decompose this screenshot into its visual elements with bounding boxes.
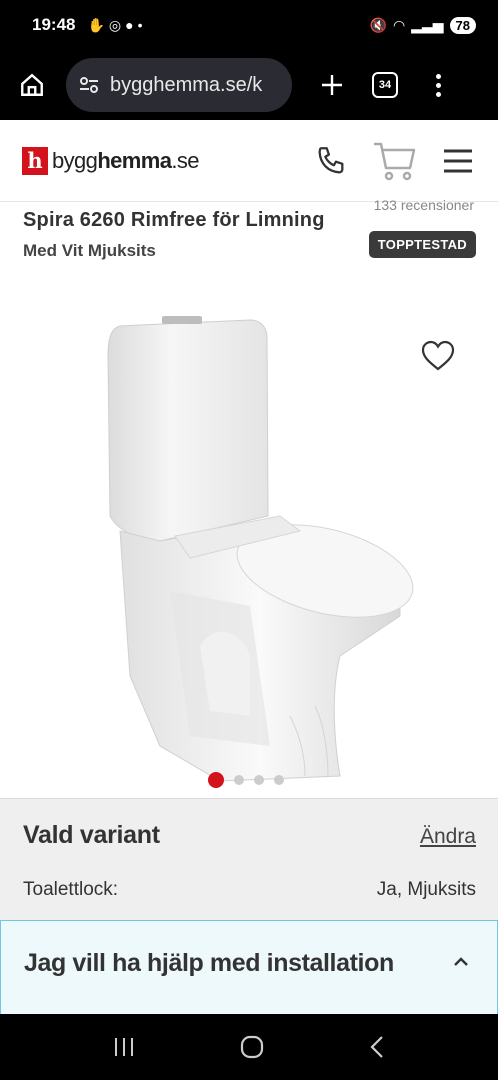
- browser-toolbar: bygghemma.se/k 34: [0, 50, 498, 120]
- top-tested-badge: TOPPTESTAD: [368, 231, 476, 258]
- gallery-dot[interactable]: [234, 775, 244, 785]
- variant-attribute-value: Ja, Mjuksits: [376, 879, 476, 900]
- battery-indicator: 78: [449, 16, 476, 34]
- selected-variant-panel: Vald variant Ändra Toalettlock: Ja, Mjuk…: [0, 798, 498, 920]
- hamburger-menu-icon[interactable]: [442, 148, 474, 174]
- status-bar: 19:48 ✋ ◎ ● • 🔇 ◠ ▂▃▅ 78: [0, 0, 498, 50]
- plus-icon: [322, 75, 342, 95]
- logo-bold: hemma: [97, 147, 172, 173]
- change-variant-link[interactable]: Ändra: [420, 825, 476, 849]
- back-icon[interactable]: [368, 1035, 386, 1059]
- product-image: [107, 316, 414, 782]
- product-subtitle: Med Vit Mjuksits: [23, 241, 156, 260]
- review-count[interactable]: 133 recensioner: [374, 197, 474, 213]
- logo-suffix: .se: [171, 147, 199, 173]
- variant-heading: Vald variant: [23, 821, 160, 849]
- installation-help-accordion[interactable]: Jag vill ha hjälp med installation: [0, 920, 498, 1018]
- product-title: Spira 6260 Rimfree för Limning: [23, 209, 325, 231]
- messenger-icon: ●: [125, 17, 134, 33]
- site-settings-icon[interactable]: [78, 75, 100, 95]
- address-bar[interactable]: bygghemma.se/k: [66, 58, 292, 112]
- signal-icon: ▂▃▅: [411, 16, 444, 33]
- browser-menu-button[interactable]: [436, 73, 441, 97]
- system-navigation-bar: [0, 1014, 498, 1080]
- status-time: 19:48: [32, 15, 76, 34]
- chevron-up-icon[interactable]: [453, 957, 469, 967]
- home-icon: [21, 73, 43, 96]
- variant-attribute-label: Toalettlock:: [23, 879, 119, 900]
- wifi-icon: ◠: [393, 16, 406, 33]
- gallery-dot[interactable]: [254, 775, 264, 785]
- product-image-gallery[interactable]: [0, 280, 498, 798]
- gallery-dot[interactable]: [274, 775, 284, 785]
- home-nav-icon[interactable]: [239, 1034, 265, 1060]
- installation-help-title: Jag vill ha hjälp med installation: [24, 949, 394, 977]
- site-logo[interactable]: h bygghemma.se: [22, 146, 200, 175]
- dot-icon: •: [137, 17, 143, 33]
- new-tab-button[interactable]: [312, 65, 352, 105]
- mute-icon: 🔇: [369, 16, 387, 33]
- tab-switcher-button[interactable]: 34: [372, 72, 398, 98]
- site-header: h bygghemma.se: [0, 120, 498, 202]
- cart-icon[interactable]: [372, 140, 418, 182]
- favorite-heart-icon[interactable]: [420, 340, 456, 372]
- gallery-pagination: [208, 772, 284, 788]
- instagram-icon: ◎: [108, 16, 122, 33]
- phone-icon[interactable]: [314, 144, 348, 178]
- gesture-icon: ✋: [87, 16, 105, 33]
- home-button[interactable]: [12, 65, 52, 105]
- logo-mark: h: [22, 146, 48, 175]
- product-heading: 133 recensioner Spira 6260 Rimfree för L…: [0, 195, 498, 275]
- gallery-dot[interactable]: [208, 772, 224, 788]
- recent-apps-icon[interactable]: [112, 1036, 136, 1058]
- url-text: bygghemma.se/k: [110, 73, 263, 96]
- logo-prefix: bygg: [52, 147, 98, 173]
